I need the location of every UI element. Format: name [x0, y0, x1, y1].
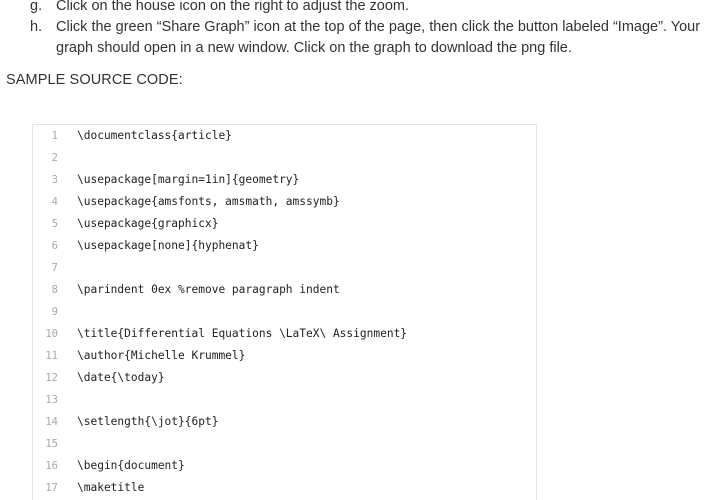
code-line: 8 \parindent 0ex %remove paragraph indent [33, 279, 536, 301]
line-number: 14 [45, 416, 58, 428]
code-line: 12 \date{\today} [33, 367, 536, 389]
line-number: 5 [51, 218, 58, 230]
line-number: 9 [51, 306, 58, 318]
instruction-letter: g. [30, 0, 43, 14]
code-line: 15 [33, 433, 536, 455]
line-code: \parindent 0ex %remove paragraph indent [77, 283, 340, 296]
code-line: 7 [33, 257, 536, 279]
code-line: 6 \usepackage[none]{hyphenat} [33, 235, 536, 257]
instruction-text: Click on the house icon on the right to … [56, 0, 410, 14]
code-lines: 1 \documentclass{article} 2 3 \usepackage[ma… [33, 125, 536, 500]
line-code: \maketitle [77, 481, 145, 494]
line-number: 10 [45, 328, 58, 340]
line-number: 4 [51, 196, 58, 208]
line-number: 6 [51, 240, 58, 252]
line-code: \usepackage{graphicx} [77, 217, 219, 230]
line-number: 13 [45, 394, 58, 406]
line-number: 16 [45, 460, 58, 472]
code-line: 14 \setlength{\jot}{6pt} [33, 411, 536, 433]
line-number: 3 [51, 174, 58, 186]
code-line: 13 [33, 389, 536, 411]
instruction-item: g. Click on the house icon on the right … [30, 0, 720, 17]
code-line: 17 \maketitle [33, 477, 536, 499]
code-block[interactable]: 1 \documentclass{article} 2 3 \usepackage[ma… [32, 124, 537, 500]
line-code: \author{Michelle Krummel} [77, 349, 246, 362]
code-line: 16 \begin{document} [33, 455, 536, 477]
line-number: 17 [45, 482, 58, 494]
code-line: 5 \usepackage{graphicx} [33, 213, 536, 235]
line-number: 15 [45, 438, 58, 450]
line-number: 12 [45, 372, 58, 384]
section-heading: SAMPLE SOURCE CODE: [6, 72, 183, 88]
code-line: 9 [33, 301, 536, 323]
line-number: 8 [51, 284, 58, 296]
line-code: \usepackage[margin=1in]{geometry} [77, 173, 300, 186]
instructions-list: g. Click on the house icon on the right … [30, 0, 720, 59]
line-code: \usepackage[none]{hyphenat} [77, 239, 259, 252]
line-code: \begin{document} [77, 459, 185, 472]
code-line: 1 \documentclass{article} [33, 125, 536, 147]
line-code: \documentclass{article} [77, 129, 232, 142]
line-code: \usepackage{amsfonts, amsmath, amssymb} [77, 195, 340, 208]
line-number: 1 [51, 130, 58, 142]
line-code: \setlength{\jot}{6pt} [77, 415, 219, 428]
line-number: 7 [51, 262, 58, 274]
code-line: 10 \title{Differential Equations \LaTeX\ … [33, 323, 536, 345]
line-number: 2 [51, 152, 58, 164]
instruction-letter: h. [30, 19, 43, 35]
line-number: 11 [45, 350, 58, 362]
instruction-text: Click the green “Share Graph” icon at th… [56, 19, 701, 56]
code-line: 2 [33, 147, 536, 169]
code-line: 4 \usepackage{amsfonts, amsmath, amssymb} [33, 191, 536, 213]
code-line: 3 \usepackage[margin=1in]{geometry} [33, 169, 536, 191]
line-code: \date{\today} [77, 371, 165, 384]
code-line: 11 \author{Michelle Krummel} [33, 345, 536, 367]
line-code: \title{Differential Equations \LaTeX\ As… [77, 327, 408, 340]
instruction-item: h. Click the green “Share Graph” icon at… [30, 17, 720, 59]
